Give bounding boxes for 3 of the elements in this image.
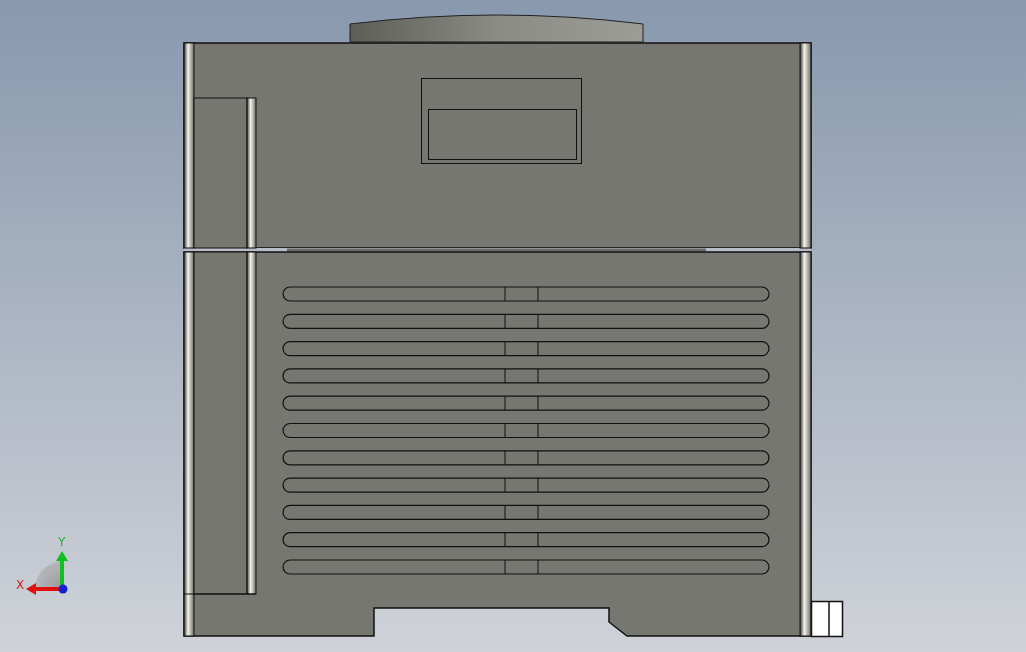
x-axis-label: X	[16, 578, 25, 592]
y-axis-label: Y	[58, 535, 66, 549]
axis-triad-icon	[26, 551, 68, 595]
